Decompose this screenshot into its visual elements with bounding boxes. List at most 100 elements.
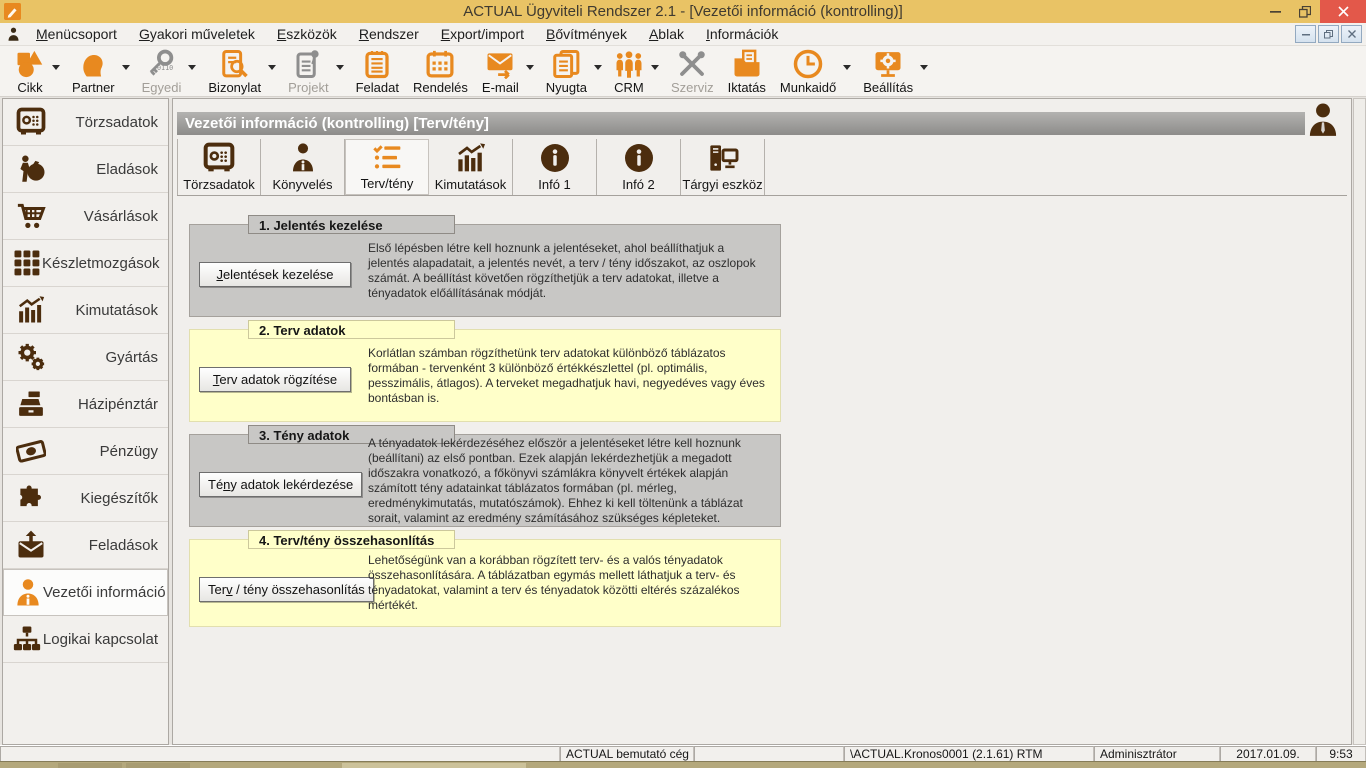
- menu-eszkozok[interactable]: Eszközök: [266, 23, 348, 45]
- status-time: 9:53: [1316, 746, 1366, 762]
- toolbar-item-bizonylat[interactable]: Bizonylat: [201, 46, 268, 95]
- sidebar-item-vezetoi-informacio[interactable]: Vezetői információ: [3, 569, 168, 616]
- sidebar-item-keszletmozgasok[interactable]: Készletmozgások: [3, 240, 168, 287]
- sidebar-item-vasarlasok[interactable]: Vásárlások: [3, 193, 168, 240]
- sidebar-item-kiegeszitok[interactable]: Kiegészítők: [3, 475, 168, 522]
- munkaido-dropdown-icon[interactable]: [843, 65, 851, 70]
- sidebar-label: Gyártás: [105, 349, 168, 366]
- current-user-icon[interactable]: [1304, 102, 1342, 139]
- egyedi-dropdown-icon[interactable]: [188, 65, 196, 70]
- app-icon: [4, 3, 21, 20]
- restore-icon[interactable]: [1290, 0, 1320, 23]
- right-scroll-strip[interactable]: [1353, 98, 1366, 745]
- section-title: 2. Terv adatok: [248, 320, 455, 339]
- toolbar-item-crm[interactable]: CRM: [607, 46, 651, 95]
- status-company: ACTUAL bemutató cég: [560, 746, 694, 762]
- mdi-minimize-icon[interactable]: [1295, 25, 1316, 43]
- sidebar-item-feladasok[interactable]: Feladások: [3, 522, 168, 569]
- menu-rendszer[interactable]: Rendszer: [348, 23, 430, 45]
- toolbar-item-beallitas[interactable]: Beállítás: [856, 46, 920, 95]
- toolbar-label: E-mail: [482, 80, 519, 95]
- toolbar-item-rendeles[interactable]: Rendelés: [406, 46, 475, 95]
- section-teny-adatok: 3. Tény adatok Tény adatok lekérdezése A…: [189, 434, 781, 527]
- tab-info-1[interactable]: Infó 1: [513, 139, 597, 195]
- toolbar-item-munkaido[interactable]: Munkaidő: [773, 46, 843, 95]
- beallitas-dropdown-icon[interactable]: [920, 65, 928, 70]
- taskbar-segment: [342, 763, 526, 768]
- menu-bovitmenyek[interactable]: Bővítmények: [535, 23, 638, 45]
- toolbar-label: Nyugta: [546, 80, 587, 95]
- mdi-window-controls: [1295, 25, 1362, 43]
- toolbar-item-email[interactable]: E-mail: [475, 46, 526, 95]
- tab-torzsadatok[interactable]: Törzsadatok: [177, 139, 261, 195]
- projekt-dropdown-icon[interactable]: [336, 65, 344, 70]
- checklist-icon: [371, 140, 403, 174]
- sidebar-item-torzsadatok[interactable]: Törzsadatok: [3, 99, 168, 146]
- menu-ablak[interactable]: Ablak: [638, 23, 695, 45]
- sidebar-item-logikai-kapcsolat[interactable]: Logikai kapcsolat: [3, 616, 168, 663]
- sidebar-label: Törzsadatok: [75, 114, 168, 131]
- tab-targyi-eszkoz[interactable]: Tárgyi eszköz: [681, 139, 765, 195]
- section-description: Első lépésben létre kell hoznunk a jelen…: [368, 241, 768, 301]
- hierarchy-icon: [12, 624, 43, 654]
- shapes-icon: [15, 49, 45, 79]
- bar-chart-icon: [455, 141, 487, 175]
- grid-squares-icon: [12, 248, 42, 278]
- toolbar-item-feladat[interactable]: Feladat: [349, 46, 406, 95]
- sidebar-item-eladasok[interactable]: Eladások: [3, 146, 168, 193]
- section-description: A tényadatok lekérdezéséhez először a je…: [368, 436, 768, 526]
- safe-icon: [12, 107, 50, 137]
- document-pin-icon: [293, 49, 323, 79]
- toolbar-item-egyedi[interactable]: 0110 Egyedi: [135, 46, 189, 95]
- tab-label: Infó 2: [622, 177, 655, 192]
- close-icon[interactable]: [1320, 0, 1366, 23]
- tab-kimutatasok[interactable]: Kimutatások: [429, 139, 513, 195]
- document-magnifier-icon: [220, 49, 250, 79]
- terv-teny-osszehasonlitas-button[interactable]: Terv / tény összehasonlítás: [199, 577, 374, 602]
- toolbar-item-szerviz[interactable]: Szerviz: [664, 46, 721, 95]
- sidebar-item-penzugy[interactable]: Pénzügy: [3, 428, 168, 475]
- app-window: { "window": {"title": "ACTUAL Ügyviteli …: [0, 0, 1366, 768]
- cikk-dropdown-icon[interactable]: [52, 65, 60, 70]
- cart-icon: [12, 201, 50, 231]
- toolbar-label: Bizonylat: [208, 80, 261, 95]
- toolbar-item-projekt[interactable]: Projekt: [281, 46, 335, 95]
- taskbar-segment: [58, 763, 122, 768]
- jelentesek-kezelese-button[interactable]: Jelentések kezelése: [199, 262, 351, 287]
- section-description: Lehetőségünk van a korábban rögzített te…: [368, 553, 768, 613]
- crm-dropdown-icon[interactable]: [651, 65, 659, 70]
- notepad-icon: [362, 49, 392, 79]
- teny-adatok-lekerdezese-button[interactable]: Tény adatok lekérdezése: [199, 472, 362, 497]
- bizonylat-dropdown-icon[interactable]: [268, 65, 276, 70]
- email-dropdown-icon[interactable]: [526, 65, 534, 70]
- toolbar-label: Szerviz: [671, 80, 714, 95]
- mdi-close-icon[interactable]: [1341, 25, 1362, 43]
- sidebar-item-gyartas[interactable]: Gyártás: [3, 334, 168, 381]
- terv-adatok-rogzitese-button[interactable]: Terv adatok rögzítése: [199, 367, 351, 392]
- sidebar-label: Feladások: [89, 537, 168, 554]
- cash-register-icon: [12, 389, 50, 419]
- menu-gyakori-muveletek[interactable]: Gyakori műveletek: [128, 23, 266, 45]
- mdi-restore-icon[interactable]: [1318, 25, 1339, 43]
- partner-dropdown-icon[interactable]: [122, 65, 130, 70]
- tab-konyveles[interactable]: Könyvelés: [261, 139, 345, 195]
- sidebar: Törzsadatok Eladások Vásárlások Készletm…: [2, 98, 169, 745]
- toolbar-item-cikk[interactable]: Cikk: [8, 46, 52, 95]
- tab-info-2[interactable]: Infó 2: [597, 139, 681, 195]
- toolbar-item-partner[interactable]: Partner: [65, 46, 122, 95]
- menu-menucsoport[interactable]: Menücsoport: [25, 23, 128, 45]
- menu-informaciok[interactable]: Információk: [695, 23, 789, 45]
- sidebar-label: Logikai kapcsolat: [43, 631, 168, 648]
- documents-stack-icon: [551, 49, 581, 79]
- page-title: Vezetői információ (kontrolling) [Terv/t…: [177, 112, 1305, 135]
- sidebar-item-hazipenztar[interactable]: Házipénztár: [3, 381, 168, 428]
- toolbar-item-iktatas[interactable]: Iktatás: [721, 46, 773, 95]
- menu-export-import[interactable]: Export/import: [430, 23, 535, 45]
- toolbar-item-nyugta[interactable]: Nyugta: [539, 46, 594, 95]
- toolbar-label: Rendelés: [413, 80, 468, 95]
- tab-terv-teny[interactable]: Terv/tény: [345, 139, 429, 195]
- sidebar-item-kimutatasok[interactable]: Kimutatások: [3, 287, 168, 334]
- nyugta-dropdown-icon[interactable]: [594, 65, 602, 70]
- minimize-icon[interactable]: [1260, 0, 1290, 23]
- tab-label: Tárgyi eszköz: [682, 177, 762, 192]
